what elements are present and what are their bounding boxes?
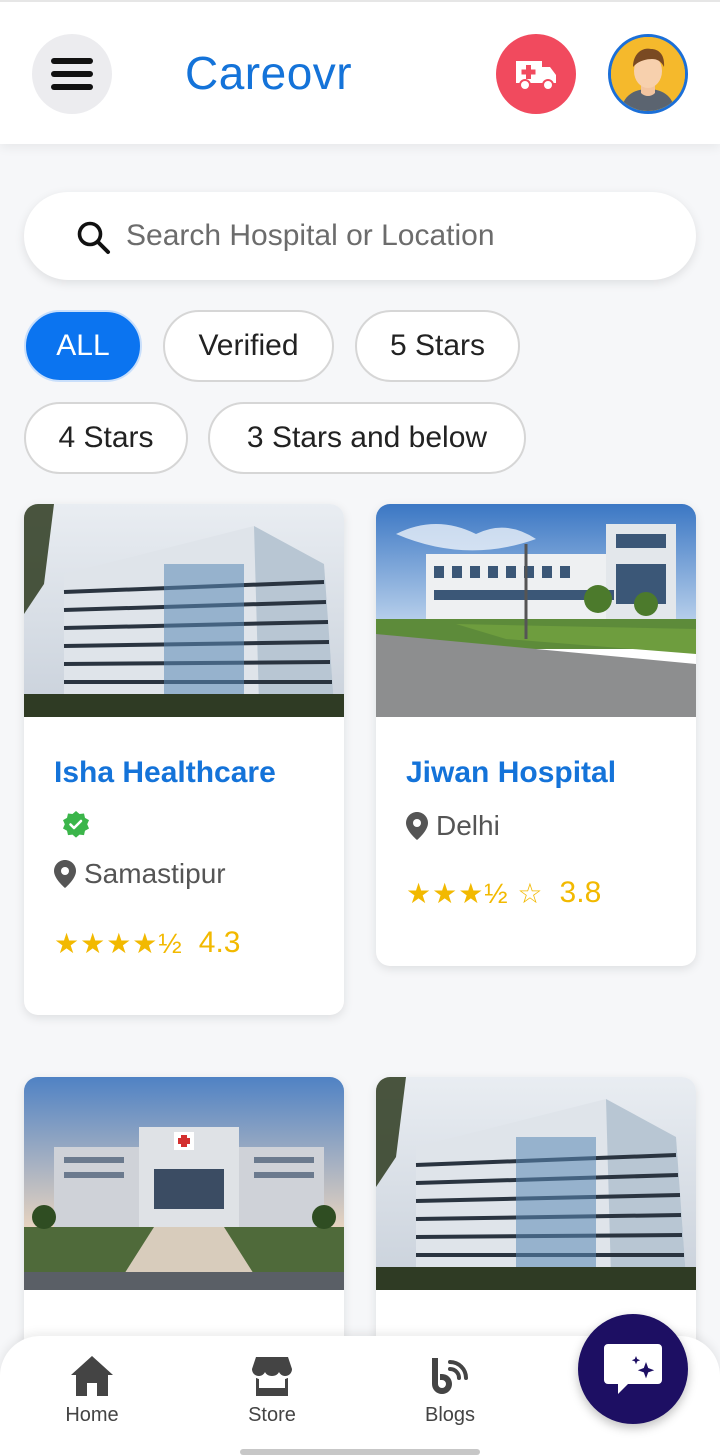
nav-home-label: Home	[65, 1404, 119, 1426]
hospital-location: Delhi	[406, 810, 500, 842]
app-header: Careovr	[0, 0, 720, 144]
location-pin-icon	[54, 860, 76, 888]
hamburger-menu-icon	[51, 58, 93, 90]
store-icon	[252, 1357, 292, 1396]
hospital-name[interactable]: Isha Healthcare	[54, 756, 276, 790]
rating-value: 4.3	[198, 926, 241, 959]
location-text: Samastipur	[84, 858, 226, 889]
hospital-location: Samastipur	[54, 858, 226, 890]
star-rating-icon: ★★★½ ☆	[406, 877, 544, 909]
filter-chip-3-stars-and-below[interactable]: 3 Stars and below	[208, 402, 526, 474]
rating-value: 3.8	[559, 876, 602, 909]
hospital-photo	[376, 1077, 696, 1290]
hospital-photo	[376, 504, 696, 717]
filter-chip-all[interactable]: ALL	[24, 310, 142, 382]
location-text: Delhi	[436, 810, 500, 841]
search-icon	[77, 221, 110, 254]
hospital-card[interactable]: Isha Healthcare Samastipur ★★★★½ 4.3	[24, 504, 344, 1015]
avatar-illustration	[611, 37, 685, 111]
nav-blogs[interactable]: Blogs	[390, 1354, 510, 1427]
verified-badge-icon	[63, 811, 89, 838]
hospital-card[interactable]: Jiwan Hospital Delhi ★★★½ ☆ 3.8	[376, 504, 696, 966]
star-rating-icon: ★★★★½	[54, 927, 183, 959]
hospital-rating: ★★★★½ 4.3	[54, 926, 240, 960]
ambulance-button[interactable]	[496, 34, 576, 114]
menu-button[interactable]	[32, 34, 112, 114]
system-home-indicator	[240, 1449, 480, 1455]
nav-blogs-label: Blogs	[424, 1404, 476, 1426]
nav-store-label: Store	[248, 1404, 296, 1426]
home-icon	[71, 1356, 113, 1396]
nav-home[interactable]: Home	[32, 1354, 152, 1427]
hospital-rating: ★★★½ ☆ 3.8	[406, 876, 601, 910]
ai-chat-button[interactable]	[578, 1314, 688, 1424]
user-avatar[interactable]	[608, 34, 688, 114]
hospital-name[interactable]: Jiwan Hospital	[406, 756, 616, 790]
search-input[interactable]	[126, 210, 666, 262]
search-bar[interactable]	[24, 192, 696, 280]
nav-store[interactable]: Store	[212, 1354, 332, 1427]
hospital-card[interactable]	[24, 1077, 344, 1377]
filter-chip-5-stars[interactable]: 5 Stars	[355, 310, 520, 382]
filter-chip-4-stars[interactable]: 4 Stars	[24, 402, 188, 474]
location-pin-icon	[406, 812, 428, 840]
app-brand-title: Careovr	[185, 47, 353, 99]
hospital-photo	[24, 504, 344, 717]
hospital-photo	[24, 1077, 344, 1290]
ai-chat-icon	[604, 1344, 662, 1394]
filter-chip-verified[interactable]: Verified	[163, 310, 334, 382]
ambulance-icon	[516, 61, 556, 91]
blogs-icon	[432, 1358, 468, 1394]
